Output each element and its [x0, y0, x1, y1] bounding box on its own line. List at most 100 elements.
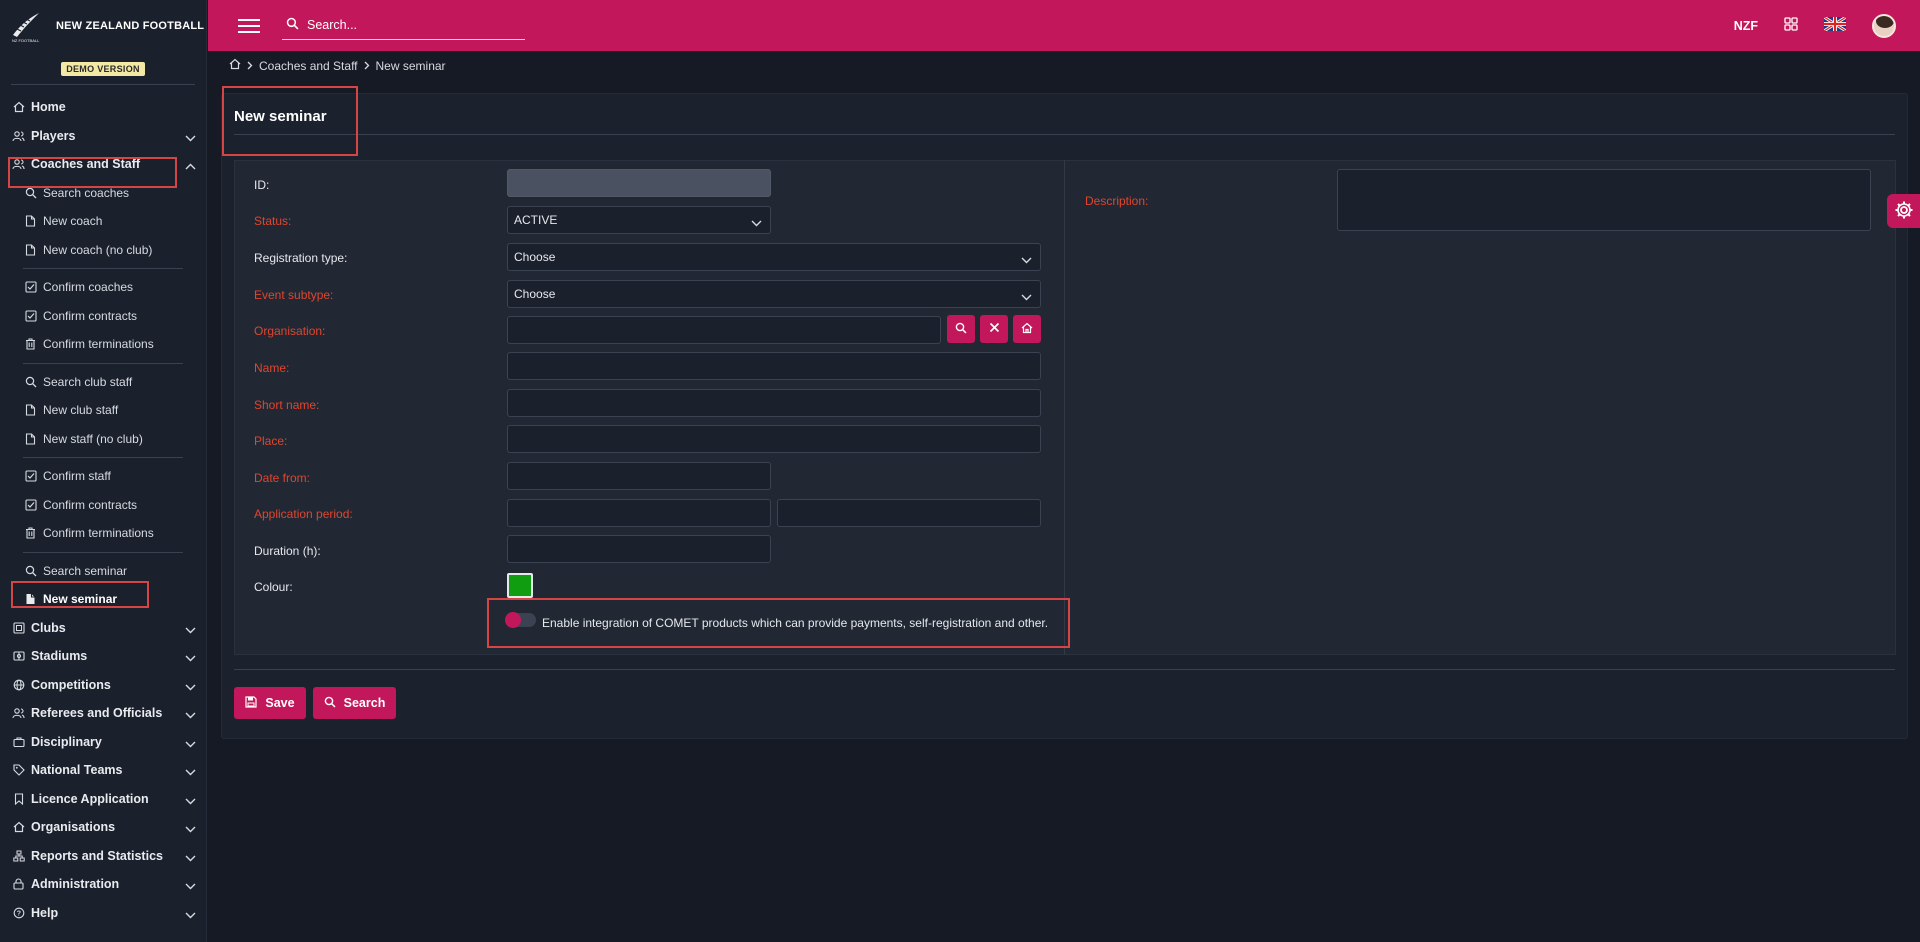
status-select[interactable]: ACTIVE [507, 206, 771, 234]
sidebar-item-confirm-staff[interactable]: Confirm staff [0, 462, 206, 491]
organisation-input[interactable] [507, 316, 941, 344]
column-divider [1064, 160, 1065, 655]
sidebar-item-organisations[interactable]: Organisations [0, 813, 206, 842]
search-label: Search [343, 696, 386, 710]
hamburger-menu-icon[interactable] [238, 15, 260, 37]
home-icon [1021, 322, 1033, 337]
sidebar-item-new-staff-no-club[interactable]: New staff (no club) [0, 425, 206, 454]
sidebar-item-national-teams[interactable]: National Teams [0, 756, 206, 785]
colour-swatch[interactable] [507, 573, 533, 598]
sidebar-item-confirm-coaches[interactable]: Confirm coaches [0, 273, 206, 302]
sidebar-item-reports[interactable]: Reports and Statistics [0, 842, 206, 871]
save-button[interactable]: Save [234, 687, 306, 719]
file-icon [24, 404, 37, 417]
briefcase-icon [12, 735, 25, 748]
sidebar-item-search-seminar[interactable]: Search seminar [0, 557, 206, 586]
currency-label[interactable]: NZF [1734, 19, 1758, 33]
sidebar-item-search-coaches[interactable]: Search coaches [0, 179, 206, 208]
organisation-home-button[interactable] [1013, 315, 1041, 343]
chevron-down-icon [1021, 290, 1032, 304]
close-icon [989, 322, 1000, 336]
registration-type-select[interactable]: Choose [507, 243, 1041, 271]
help-icon: ? [12, 906, 25, 919]
user-avatar[interactable] [1872, 13, 1896, 38]
divider [23, 551, 183, 553]
date-from-input[interactable] [507, 462, 771, 490]
short-name-input[interactable] [507, 389, 1041, 417]
search-icon [286, 17, 299, 33]
comet-integration-toggle[interactable] [505, 612, 536, 628]
sidebar-item-new-club-staff[interactable]: New club staff [0, 396, 206, 425]
demo-badge: DEMO VERSION [61, 62, 145, 76]
global-search[interactable] [282, 12, 525, 40]
sidebar-item-help[interactable]: ? Help [0, 899, 206, 928]
chevron-right-icon [364, 59, 370, 73]
home-icon [12, 101, 25, 114]
sidebar-item-label: New coach [43, 214, 103, 229]
sidebar-item-confirm-terminations[interactable]: Confirm terminations [0, 330, 206, 359]
logo[interactable]: NZ FOOTBALL NEW ZEALAND FOOTBALL [0, 0, 206, 51]
sidebar-item-referees[interactable]: Referees and Officials [0, 699, 206, 728]
sidebar-item-administration[interactable]: Administration [0, 870, 206, 899]
file-icon [24, 593, 37, 606]
sidebar-item-new-coach[interactable]: New coach [0, 207, 206, 236]
sidebar-item-label: Confirm staff [43, 469, 111, 484]
sidebar-item-label: Organisations [31, 820, 116, 835]
place-input[interactable] [507, 425, 1041, 453]
sidebar-item-label: Search coaches [43, 185, 130, 200]
sidebar-item-clubs[interactable]: Clubs [0, 614, 206, 643]
fern-logo-icon: NZ FOOTBALL [8, 8, 44, 44]
date-from-label: Date from: [254, 471, 311, 485]
sidebar-item-coaches-and-staff[interactable]: Coaches and Staff [0, 150, 206, 179]
apps-grid-icon[interactable] [1784, 17, 1798, 34]
description-textarea[interactable] [1337, 169, 1871, 231]
chevron-down-icon [185, 794, 196, 808]
sidebar-item-label: New coach (no club) [43, 242, 153, 257]
svg-text:?: ? [16, 910, 20, 917]
uk-flag-icon[interactable] [1823, 15, 1847, 34]
sidebar-item-stadiums[interactable]: Stadiums [0, 642, 206, 671]
sidebar-item-label: Reports and Statistics [31, 848, 163, 863]
sidebar-item-competitions[interactable]: Competitions [0, 671, 206, 700]
search-button[interactable]: Search [313, 687, 396, 719]
name-input[interactable] [507, 352, 1041, 380]
home-icon[interactable] [229, 58, 241, 73]
breadcrumb-section[interactable]: Coaches and Staff [259, 59, 358, 73]
duration-input[interactable] [507, 535, 771, 563]
divider [234, 134, 1895, 135]
sidebar-item-label: Confirm contracts [43, 308, 138, 323]
sidebar-item-players[interactable]: Players [0, 122, 206, 151]
sidebar-item-confirm-contracts-staff[interactable]: Confirm contracts [0, 491, 206, 520]
sidebar-item-new-seminar[interactable]: New seminar [0, 585, 206, 614]
chevron-down-icon [185, 651, 196, 665]
chevron-right-icon [247, 59, 253, 73]
sidebar-item-search-club-staff[interactable]: Search club staff [0, 368, 206, 397]
sidebar-item-licence-application[interactable]: Licence Application [0, 785, 206, 814]
application-period-start-input[interactable] [507, 499, 771, 527]
users-icon [12, 158, 25, 171]
sidebar-item-label: Help [31, 905, 59, 920]
application-period-end-input[interactable] [777, 499, 1041, 527]
organisation-search-button[interactable] [947, 315, 975, 343]
sidebar-item-home[interactable]: Home [0, 93, 206, 122]
sidebar-item-label: Disciplinary [31, 734, 102, 749]
chevron-down-icon [751, 216, 762, 230]
sidebar-item-confirm-terminations-staff[interactable]: Confirm terminations [0, 519, 206, 548]
main-panel: New seminar ID: Status: ACTIVE Registrat… [221, 93, 1908, 739]
divider [23, 362, 183, 364]
event-subtype-select[interactable]: Choose [507, 280, 1041, 308]
tag-icon [12, 764, 25, 777]
checkbox-icon [24, 281, 37, 294]
checkbox-icon [24, 309, 37, 322]
sidebar-item-label: Licence Application [31, 791, 149, 806]
demo-wrap: DEMO VERSION [11, 51, 195, 85]
search-input[interactable] [307, 18, 507, 32]
chevron-down-icon [185, 680, 196, 694]
sidebar-item-disciplinary[interactable]: Disciplinary [0, 728, 206, 757]
sidebar-item-confirm-contracts[interactable]: Confirm contracts [0, 302, 206, 331]
sidebar-item-new-coach-no-club[interactable]: New coach (no club) [0, 236, 206, 265]
chevron-down-icon [185, 879, 196, 893]
topbar-right: NZF [1734, 0, 1896, 51]
organisation-clear-button[interactable] [980, 315, 1008, 343]
settings-tab[interactable] [1887, 194, 1920, 228]
